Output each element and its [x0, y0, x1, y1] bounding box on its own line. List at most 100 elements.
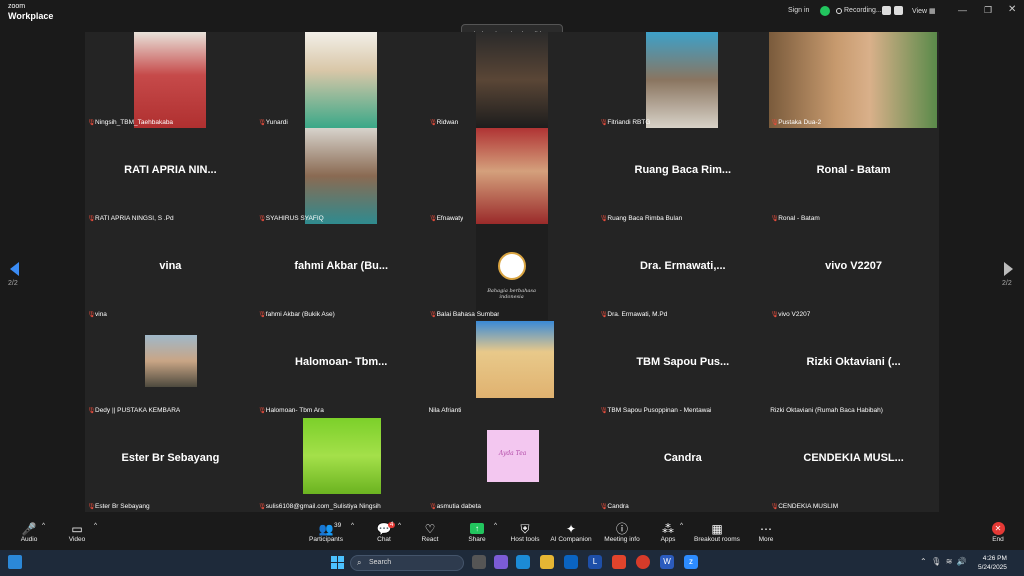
ai-companion-button[interactable]: ✦ AI Companion — [549, 522, 593, 543]
video-options-caret-icon[interactable]: ^ — [94, 522, 97, 529]
breakout-rooms-label: Breakout rooms — [694, 536, 740, 543]
participant-tile[interactable]: TBM Sapou Pus... 🎙 TBM Sapou Pusoppinan -… — [597, 320, 768, 416]
share-options-caret-icon[interactable]: ^ — [494, 522, 497, 529]
participant-tile[interactable]: Ruang Baca Rim... 🎙 Ruang Baca Rimba Bula… — [597, 128, 768, 224]
taskbar-search[interactable]: ⌕ Search — [350, 555, 464, 571]
participant-name: Ronal - Batam — [778, 215, 820, 222]
participant-tile[interactable]: 🎙 Ningsih_TBM_Taehbakaba — [85, 32, 256, 128]
audio-label: Audio — [20, 536, 38, 543]
task-view-icon[interactable] — [472, 555, 486, 569]
sign-in-button[interactable]: Sign in — [788, 7, 809, 14]
security-shield-icon[interactable] — [820, 6, 830, 16]
breakout-rooms-button[interactable]: ▦ Breakout rooms — [694, 522, 740, 543]
participant-tile[interactable]: Ayda Tea 🎙 asmutia dabeta — [427, 416, 598, 512]
muted-mic-icon: 🎙 — [257, 407, 267, 414]
share-button[interactable]: ↑ Share — [466, 522, 488, 543]
apps-options-caret-icon[interactable]: ^ — [680, 522, 683, 529]
zoom-taskbar-icon[interactable]: z — [684, 555, 698, 569]
participant-tile[interactable]: RATI APRIA NIN... 🎙 RATI APRIA NINGSI, S … — [85, 128, 256, 224]
copilot-icon[interactable] — [494, 555, 508, 569]
logo-line2: Workplace — [8, 11, 54, 21]
wps-icon[interactable] — [612, 555, 626, 569]
meeting-info-button[interactable]: ⓘ Meeting info — [602, 522, 642, 543]
participant-nametag: 🎙 vivo V2207 — [770, 311, 810, 318]
participant-tile[interactable]: Ronal - Batam 🎙 Ronal - Batam — [768, 128, 939, 224]
participant-display-name: Halomoan- Tbm... — [295, 356, 388, 369]
muted-mic-icon: 🎙 — [87, 503, 96, 510]
participant-tile[interactable]: Halomoan- Tbm... 🎙 Halomoan- Tbm Ara — [256, 320, 427, 416]
participant-tile[interactable]: CENDEKIA MUSL... 🎙 CENDEKIA MUSLIM — [768, 416, 939, 512]
participant-name: RATI APRIA NINGSI, S .Pd — [95, 215, 174, 222]
participant-tile[interactable]: Ester Br Sebayang 🎙 Ester Br Sebayang — [85, 416, 256, 512]
widgets-icon[interactable] — [8, 555, 22, 569]
chat-unread-badge: 4 — [388, 522, 396, 528]
muted-mic-icon: 🎙 — [770, 503, 780, 510]
edge-icon[interactable] — [516, 555, 530, 569]
participant-video — [769, 32, 938, 128]
video-label: Video — [68, 536, 86, 543]
chrome-icon[interactable] — [636, 555, 650, 569]
participant-tile[interactable]: fahmi Akbar (Bu... 🎙 fahmi Akbar (Bukik A… — [256, 224, 427, 320]
file-explorer-icon[interactable] — [540, 555, 554, 569]
participant-tile[interactable]: vina 🎙 vina — [85, 224, 256, 320]
participant-tile[interactable]: 🎙 Ridwan — [427, 32, 598, 128]
participant-name: vina — [95, 311, 107, 318]
participants-options-caret-icon[interactable]: ^ — [351, 522, 354, 529]
view-label: View — [912, 8, 928, 15]
participant-nametag: 🎙 SYAHIRUS SYAFIQ — [258, 215, 324, 222]
participant-tile[interactable]: Dra. Ermawati,... 🎙 Dra. Ermawati, M.Pd — [597, 224, 768, 320]
participant-tile[interactable]: Rizki Oktaviani (... Rizki Oktaviani (Ru… — [768, 320, 939, 416]
participant-display-name: Rizki Oktaviani (... — [806, 356, 901, 369]
participant-tile[interactable]: 🎙 Yunardi — [256, 32, 427, 128]
react-button[interactable]: ♡ React — [419, 522, 441, 543]
apps-button[interactable]: ⁂ Apps — [658, 522, 678, 543]
participant-name: Yunardi — [265, 119, 288, 126]
participant-tile[interactable]: Candra 🎙 Candra — [597, 416, 768, 512]
participant-avatar — [145, 335, 197, 387]
taskbar-clock[interactable]: 4:26 PM 5/24/2025 — [978, 554, 1007, 572]
chat-options-caret-icon[interactable]: ^ — [398, 522, 401, 529]
previous-page-button[interactable]: 2/2 — [8, 262, 19, 287]
participant-name: Efnawaty — [436, 215, 464, 222]
outlook-icon[interactable] — [564, 555, 578, 569]
participant-nametag: 🎙 Yunardi — [258, 119, 288, 126]
end-button[interactable]: ✕ End — [988, 522, 1008, 543]
participant-tile[interactable]: 🎙 Dedy || PUSTAKA KEMBARA — [85, 320, 256, 416]
windows-taskbar: ⌕ Search L W z ⌃ 🎙 ≋ 🔊 4:26 PM 5/24/2025 — [0, 550, 1024, 576]
participant-tile[interactable]: 🎙 Pustaka Dua-2 — [768, 32, 939, 128]
muted-mic-icon: 🎙 — [770, 119, 780, 126]
participant-name: Nila Afrianti — [428, 407, 462, 414]
maximize-icon[interactable]: ❐ — [984, 5, 992, 16]
participant-tile[interactable]: Nila Afrianti — [427, 320, 598, 416]
audio-button[interactable]: 🎤 Audio — [18, 522, 40, 543]
participant-tile[interactable]: 🎙 Fitriandi RBTG — [597, 32, 768, 128]
video-button[interactable]: ▭ Video — [66, 522, 88, 543]
host-tools-button[interactable]: ⛨ Host tools — [509, 522, 541, 543]
system-tray[interactable]: ⌃ 🎙 ≋ 🔊 — [920, 557, 967, 566]
participant-tile[interactable]: Bahagia berbahasa indonesia 🎙 Balai Bahas… — [427, 224, 598, 320]
participant-name: Pustaka Dua-2 — [778, 119, 822, 126]
apps-icon: ⁂ — [662, 522, 674, 536]
l-app-icon[interactable]: L — [588, 555, 602, 569]
view-button[interactable]: View ▦ — [912, 7, 936, 15]
participant-name: TBM Sapou Pusoppinan - Mentawai — [607, 407, 712, 414]
stop-recording-button[interactable] — [894, 6, 903, 15]
next-page-button[interactable]: 2/2 — [1002, 262, 1013, 287]
participant-tile[interactable]: 🎙 SYAHIRUS SYAFIQ — [256, 128, 427, 224]
participant-nametag: 🎙 Fitriandi RBTG — [599, 119, 650, 126]
windows-start-icon[interactable] — [331, 556, 344, 569]
minimize-icon[interactable]: — — [958, 5, 967, 15]
participant-nametag: 🎙 RATI APRIA NINGSI, S .Pd — [87, 215, 174, 222]
more-button[interactable]: ⋯ More — [756, 522, 776, 543]
microphone-icon: 🎤 — [21, 522, 37, 536]
word-icon[interactable]: W — [660, 555, 674, 569]
pause-recording-button[interactable] — [882, 6, 891, 15]
close-icon[interactable]: ✕ — [1008, 4, 1016, 15]
participant-tile[interactable]: 🎙 sulis6108@gmail.com_Sulistiya Ningsih — [256, 416, 427, 512]
balai-logo — [497, 252, 526, 280]
participant-tile[interactable]: 🎙 Efnawaty — [427, 128, 598, 224]
audio-options-caret-icon[interactable]: ^ — [42, 522, 45, 529]
participant-name: sulis6108@gmail.com_Sulistiya Ningsih — [265, 503, 381, 510]
participant-video — [475, 32, 548, 128]
participant-tile[interactable]: vivo V2207 🎙 vivo V2207 — [768, 224, 939, 320]
